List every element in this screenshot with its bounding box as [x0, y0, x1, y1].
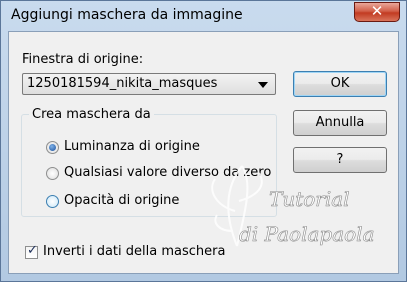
watermark-line2: di Paolapaola [239, 222, 375, 246]
window-title: Aggiungi maschera da immagine [11, 7, 243, 23]
close-icon: ✕ [370, 2, 384, 20]
cancel-button[interactable]: Annulla [293, 110, 387, 136]
radio-luminance[interactable] [46, 141, 59, 154]
title-bar[interactable]: Aggiungi maschera da immagine ✕ [1, 1, 406, 31]
checkmark-icon: ✓ [27, 243, 38, 258]
ok-button[interactable]: OK [293, 71, 387, 97]
watermark-logo: Tutorial di Paolapaola [211, 165, 375, 247]
chevron-down-icon [258, 82, 268, 88]
source-dropdown[interactable]: 1250181594_nikita_masques [22, 73, 276, 95]
dialog-window: Aggiungi maschera da immagine ✕ Finestra… [0, 0, 407, 282]
radio-source-opacity-label[interactable]: Opacità di origine [64, 193, 179, 208]
radio-source-opacity[interactable] [46, 195, 59, 208]
source-label: Finestra di origine: [22, 52, 144, 67]
invert-checkbox[interactable]: ✓ [25, 243, 38, 259]
mask-source-group-label: Crea maschera da [29, 107, 154, 122]
source-dropdown-value: 1250181594_nikita_masques [27, 76, 218, 91]
watermark-line1: Tutorial [269, 187, 350, 211]
radio-any-nonzero[interactable] [46, 167, 59, 180]
radio-luminance-label[interactable]: Luminanza di origine [64, 139, 200, 154]
close-button[interactable]: ✕ [354, 2, 400, 22]
